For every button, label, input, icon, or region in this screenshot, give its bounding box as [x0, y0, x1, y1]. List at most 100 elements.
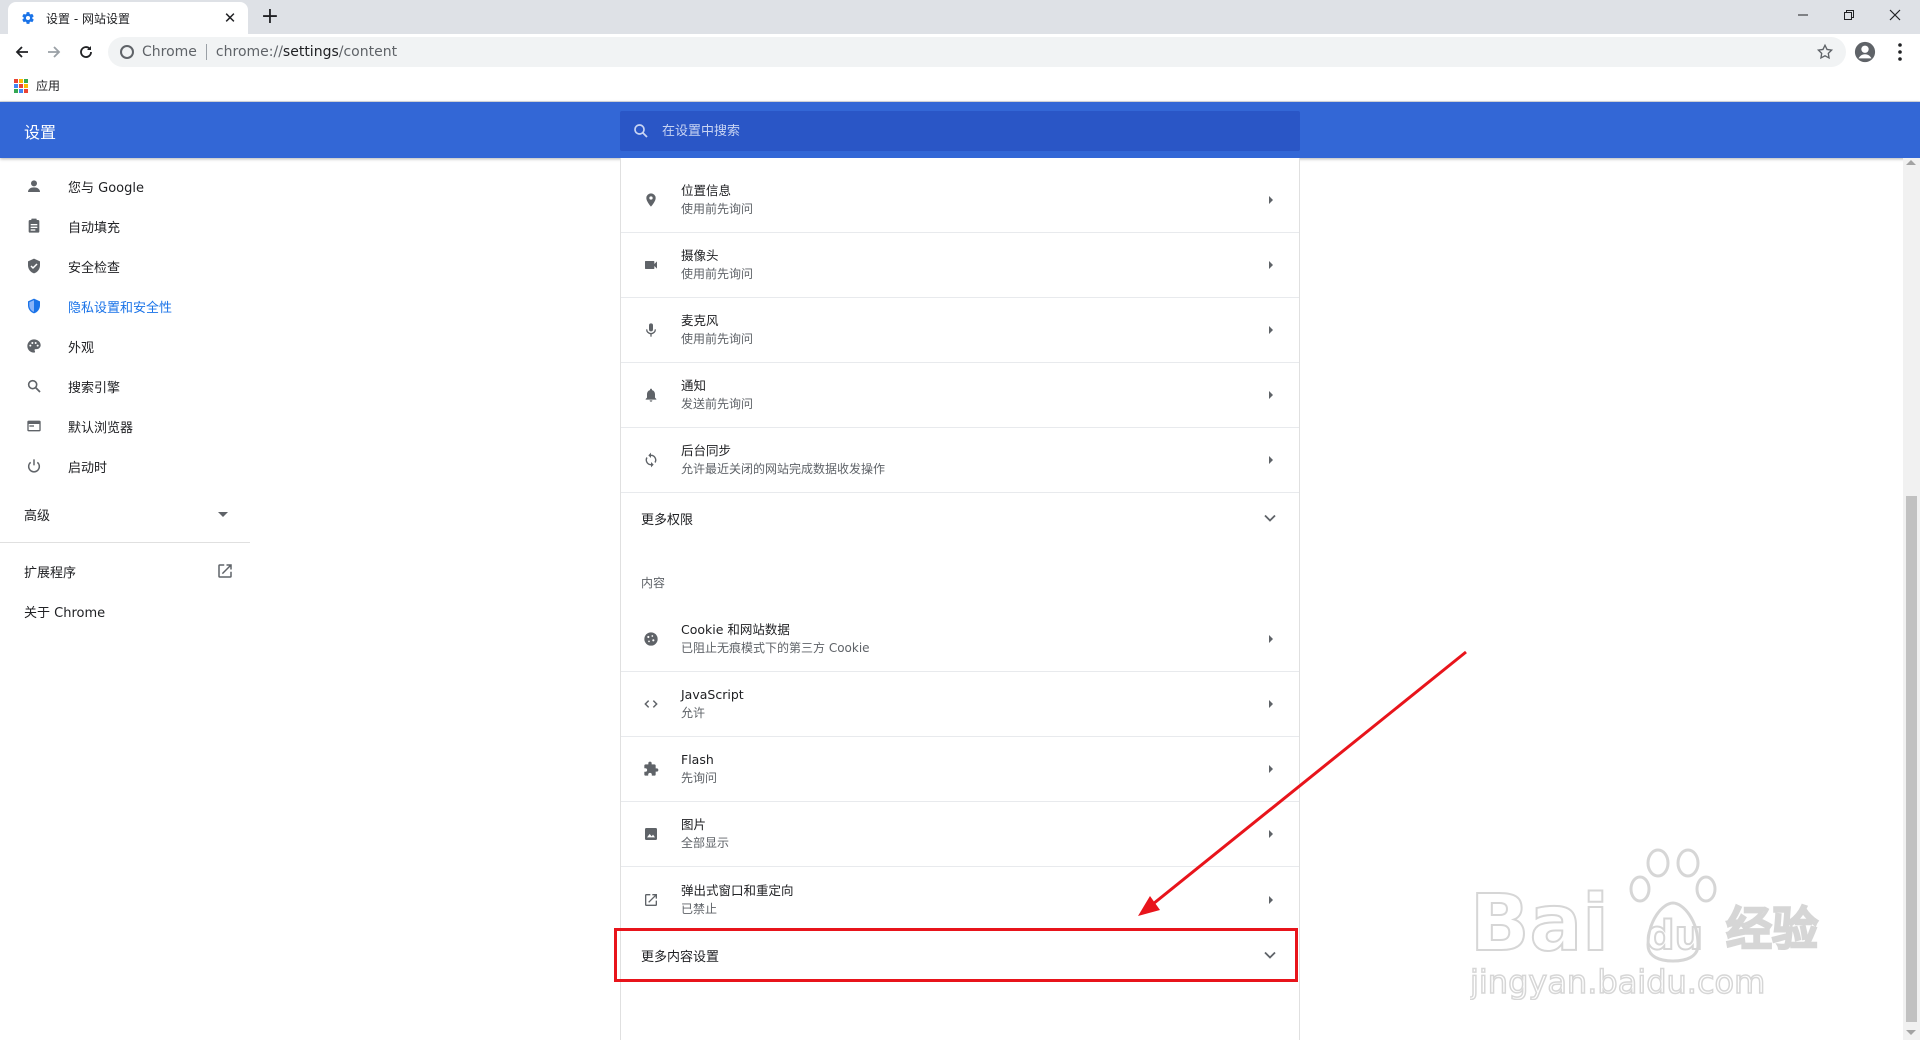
- back-button[interactable]: [10, 40, 34, 64]
- sidebar-item-you-and-google[interactable]: 您与 Google: [0, 166, 250, 206]
- microphone-row[interactable]: 麦克风 使用前先询问: [621, 298, 1299, 363]
- search-input[interactable]: [662, 123, 1262, 139]
- location-row[interactable]: 位置信息使用前先询问: [621, 168, 1299, 233]
- minimize-icon: [1798, 14, 1808, 16]
- site-settings-card: 位置信息 使用前先询问 摄像头 使用前先询问 麦克风 使用前先询问 通知 发送前先询问 …: [620, 158, 1300, 1040]
- image-icon: [641, 824, 661, 844]
- sidebar-item-label: 搜索引擎: [68, 380, 121, 396]
- tab-title: 设置 - 网站设置: [46, 11, 130, 26]
- camera-row[interactable]: 摄像头 使用前先询问: [621, 233, 1299, 298]
- sidebar-item-label: 启动时: [68, 460, 108, 476]
- arrow-right-icon: [1269, 765, 1273, 773]
- clipboard-icon: [24, 216, 44, 236]
- sidebar-item-appearance[interactable]: 外观: [0, 326, 250, 366]
- sidebar-item-label: 隐私设置和安全性: [68, 300, 173, 316]
- reload-icon: [80, 46, 92, 58]
- browser-tab[interactable]: 设置 - 网站设置 ✕: [8, 2, 248, 34]
- profile-avatar-icon[interactable]: [1854, 41, 1876, 63]
- scrollbar-thumb[interactable]: [1906, 496, 1917, 1022]
- restore-button[interactable]: [1826, 0, 1872, 30]
- apps-grid-dot: [14, 88, 18, 93]
- sidebar-advanced[interactable]: 高级: [0, 494, 250, 534]
- arrow-right-icon: [1269, 700, 1273, 708]
- arrow-left-icon: [15, 46, 28, 58]
- shield-privacy-icon: [24, 296, 44, 316]
- section-content-heading: 内容: [641, 576, 666, 590]
- puzzle-icon: [641, 759, 661, 779]
- row-title: 位置信息: [681, 183, 732, 198]
- scroll-up-arrow-icon[interactable]: [1906, 160, 1916, 165]
- popup-icon: [641, 890, 661, 910]
- images-row[interactable]: 图片 全部显示: [621, 802, 1299, 867]
- palette-icon: [24, 336, 44, 356]
- code-icon: [641, 694, 661, 714]
- sidebar-item-safety-check[interactable]: 安全检查: [0, 246, 250, 286]
- apps-grid-dot: [14, 83, 18, 88]
- settings-header: 设置: [0, 102, 1920, 158]
- row-title: Flash: [681, 752, 714, 767]
- sidebar-item-label: 安全检查: [68, 260, 121, 276]
- row-title: JavaScript: [681, 687, 744, 702]
- apps-grid-dot: [24, 83, 28, 88]
- apps-grid-dot: [19, 83, 23, 88]
- notifications-row[interactable]: 通知 发送前先询问: [621, 363, 1299, 428]
- sidebar-item-autofill[interactable]: 自动填充: [0, 206, 250, 246]
- arrow-right-icon: [1269, 456, 1273, 464]
- row-subtitle: 使用前先询问: [681, 202, 754, 216]
- row-subtitle: 先询问: [681, 771, 718, 785]
- row-title: 弹出式窗口和重定向: [681, 882, 794, 898]
- arrow-right-icon: [1269, 391, 1273, 399]
- cookie-icon: [641, 629, 661, 649]
- sidebar-item-on-startup[interactable]: 启动时: [0, 446, 250, 486]
- close-window-button[interactable]: [1872, 0, 1918, 30]
- apps-grid-icon[interactable]: [14, 78, 28, 93]
- person-icon: [24, 176, 44, 196]
- svg-text:du: du: [1646, 913, 1703, 959]
- sidebar-item-search-engine[interactable]: 搜索引擎: [0, 366, 250, 406]
- row-title: 图片: [681, 817, 707, 832]
- omnibox-separator: [205, 44, 207, 60]
- star-icon[interactable]: [1816, 43, 1834, 61]
- sidebar-item-extensions[interactable]: 扩展程序: [0, 551, 250, 591]
- row-subtitle: 发送前先询问: [681, 397, 754, 411]
- shield-check-icon: [24, 256, 44, 276]
- settings-search[interactable]: [620, 111, 1300, 151]
- chrome-site-icon: [120, 45, 134, 59]
- arrow-right-icon: [1269, 196, 1273, 204]
- sidebar: 您与 Google 自动填充 安全检查 隐私设置和安全性 外观 搜索引擎 默认浏…: [0, 158, 250, 1040]
- minimize-button[interactable]: [1780, 0, 1826, 30]
- javascript-row[interactable]: JavaScript 允许: [621, 672, 1299, 737]
- reload-button[interactable]: [74, 40, 98, 64]
- chrome-chip: Chrome: [142, 44, 197, 60]
- more-permissions-label: 更多权限: [641, 512, 694, 528]
- sidebar-item-default-browser[interactable]: 默认浏览器: [0, 406, 250, 446]
- svg-text:Bai: Bai: [1470, 879, 1609, 969]
- apps-grid-dot: [24, 88, 28, 93]
- background-sync-row[interactable]: 后台同步 允许最近关闭的网站完成数据收发操作: [621, 428, 1299, 493]
- sidebar-item-privacy[interactable]: 隐私设置和安全性: [0, 286, 250, 326]
- tab-close-icon[interactable]: ✕: [222, 10, 238, 26]
- address-bar[interactable]: Chrome chrome://settings/content: [108, 37, 1846, 67]
- close-icon: [1889, 9, 1901, 21]
- row-subtitle: 已禁止: [681, 901, 718, 916]
- search-icon: [24, 376, 44, 396]
- page-title: 设置: [24, 123, 57, 142]
- forward-button[interactable]: [42, 40, 66, 64]
- row-title: Cookie 和网站数据: [681, 622, 790, 637]
- arrow-right-icon: [1269, 830, 1273, 838]
- more-permissions-expander[interactable]: 更多权限: [621, 493, 1299, 543]
- apps-grid-dot: [14, 78, 18, 83]
- apps-bookmark[interactable]: 应用: [36, 77, 60, 94]
- popups-row[interactable]: 弹出式窗口和重定向 已禁止: [621, 867, 1299, 932]
- browser-toolbar: Chrome chrome://settings/content: [0, 34, 1920, 70]
- flash-row[interactable]: Flash 先询问: [621, 737, 1299, 802]
- kebab-menu-icon[interactable]: [1890, 41, 1910, 63]
- scroll-down-arrow-icon[interactable]: [1906, 1030, 1916, 1035]
- arrow-right-icon: [1269, 895, 1273, 904]
- cookies-row[interactable]: Cookie 和网站数据 已阻止无痕模式下的第三方 Cookie: [621, 607, 1299, 672]
- row-title: 后台同步: [681, 443, 732, 458]
- new-tab-button[interactable]: +: [258, 6, 282, 30]
- bookmarks-bar: 应用: [0, 70, 1920, 102]
- sidebar-item-label: 默认浏览器: [68, 420, 134, 436]
- sidebar-item-about-chrome[interactable]: 关于 Chrome: [0, 591, 250, 631]
